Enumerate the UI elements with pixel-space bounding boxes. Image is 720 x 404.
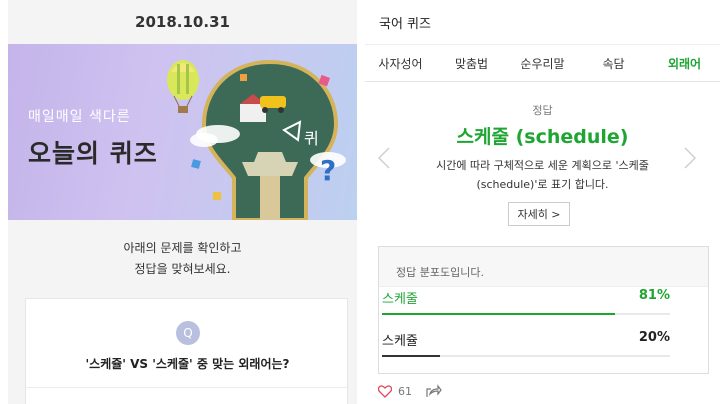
question-card: Q '스케쥴' VS '스케줄' 중 맞는 외래어는?	[25, 298, 349, 404]
option-percent: 81%	[638, 288, 670, 303]
share-icon[interactable]	[426, 384, 442, 398]
option-name: 스케줄	[382, 292, 418, 307]
heart-icon[interactable]	[378, 384, 392, 398]
divider	[26, 387, 349, 388]
today-quiz-banner: 퀴 ? 매일매일 색다른 오늘의 퀴즈	[8, 44, 357, 220]
banner-illustration: 퀴 ?	[167, 59, 346, 220]
distribution-title: 정답 분포도입니다.	[396, 266, 484, 279]
distribution-option-correct: 스케줄 81%	[382, 288, 670, 318]
quiz-instructions: 아래의 문제를 확인하고 정답을 맞혀보세요.	[8, 238, 357, 280]
answer-label: 정답	[532, 104, 553, 117]
tab-native-words[interactable]: 순우리말	[507, 45, 578, 81]
percent-bar-track	[382, 313, 670, 315]
answer-word: 스케줄 (schedule)	[456, 126, 629, 148]
percent-bar-fill	[382, 313, 616, 315]
description-line: 시간에 따라 구체적으로 세운 계획으로 '스케줄	[436, 159, 649, 172]
quiz-date: 2018.10.31	[135, 13, 230, 31]
like-count: 61	[398, 384, 412, 398]
quiz-question-panel: 2018.10.31 퀴 ? 매일매일 색다른 오늘의 퀴즈 아래의 문제를 확…	[8, 0, 357, 404]
action-bar: 61	[378, 382, 442, 400]
distribution-header: 정답 분포도입니다.	[379, 247, 708, 287]
quiz-screen: 2018.10.31 퀴 ? 매일매일 색다른 오늘의 퀴즈 아래의 문제를 확…	[0, 0, 720, 404]
banner-subtitle: 매일매일 색다른	[28, 109, 131, 125]
tab-proverbs[interactable]: 속담	[578, 45, 649, 81]
answer-description: 시간에 따라 구체적으로 세운 계획으로 '스케줄 (schedule)'로 표…	[405, 156, 680, 194]
distribution-option-wrong: 스케쥴 20%	[382, 330, 670, 360]
percent-bar-track	[382, 355, 670, 357]
category-tabs: 사자성어 맞춤법 순우리말 속담 외래어	[365, 44, 720, 82]
instruction-line: 아래의 문제를 확인하고	[123, 241, 242, 255]
tab-loanwords[interactable]: 외래어	[649, 45, 720, 81]
balloon-icon	[167, 60, 199, 113]
svg-text:?: ?	[320, 154, 336, 187]
tab-idioms[interactable]: 사자성어	[365, 45, 436, 81]
option-percent: 20%	[638, 330, 670, 345]
svg-text:퀴: 퀴	[304, 129, 319, 148]
banner-title: 오늘의 퀴즈	[28, 139, 158, 168]
quiz-answer-panel: 국어 퀴즈 사자성어 맞춤법 순우리말 속담 외래어 정답 스케줄 (sched…	[365, 0, 720, 404]
chevron-left-icon[interactable]	[377, 146, 391, 170]
question-badge: Q	[176, 321, 200, 345]
details-button[interactable]: 자세히 >	[508, 202, 570, 226]
tab-spelling[interactable]: 맞춤법	[436, 45, 507, 81]
option-name: 스케쥴	[382, 334, 418, 349]
percent-bar-fill	[382, 355, 440, 357]
chevron-right-icon[interactable]	[683, 146, 697, 170]
description-line: (schedule)'로 표기 합니다.	[476, 178, 609, 191]
instruction-line: 정답을 맞혀보세요.	[134, 262, 231, 276]
panel-title: 국어 퀴즈	[379, 17, 431, 32]
question-text: '스케쥴' VS '스케줄' 중 맞는 외래어는?	[85, 357, 290, 371]
